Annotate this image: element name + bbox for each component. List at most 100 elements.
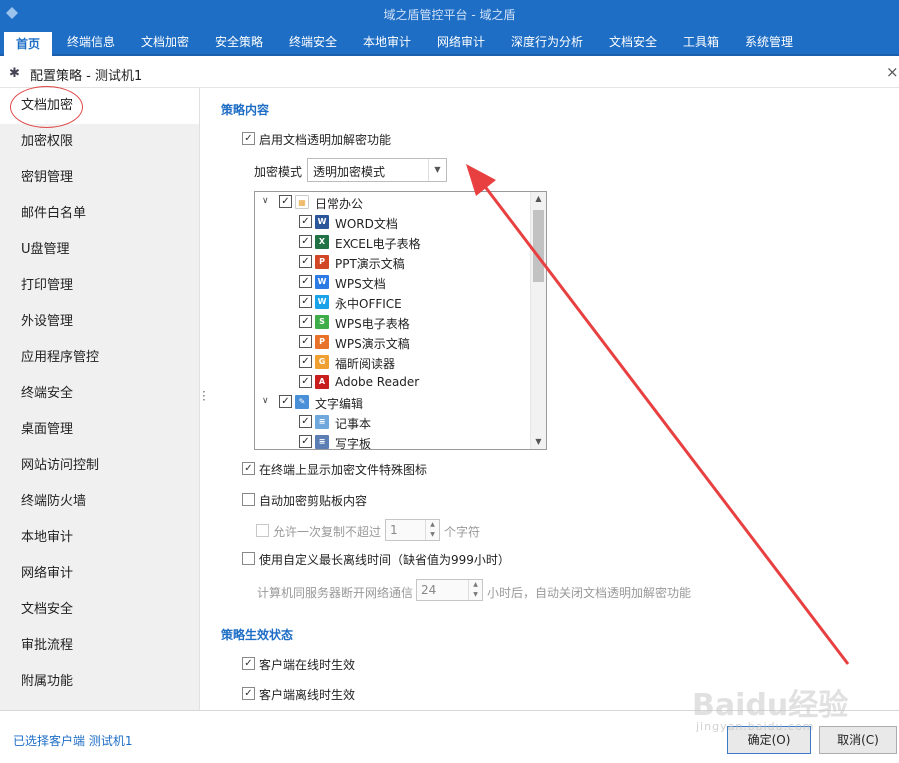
tree-row-wps-sheet[interactable]: ✓ S WPS电子表格 [255,312,531,332]
selected-client-status: 已选择客户端 测试机1 [13,734,133,748]
tree-checkbox[interactable]: ✓ [279,395,292,408]
tree-label: PPT演示文稿 [335,257,405,271]
panel-splitter-handle[interactable]: · · · [202,386,206,406]
text-edit-group-icon: ✎ [295,395,309,409]
tree-row-foxit[interactable]: ✓ G 福昕阅读器 [255,352,531,372]
scroll-up-icon[interactable]: ▲ [531,192,546,206]
sidebar-item-web-access-control[interactable]: 网站访问控制 [0,448,199,484]
tree-row-wordpad[interactable]: ✓ ≡ 写字板 [255,432,531,449]
copy-limit-value: 1 [390,523,398,537]
menu-doc-security[interactable]: 文档安全 [600,28,666,56]
clipboard-checkbox[interactable] [242,493,255,506]
menu-local-audit[interactable]: 本地审计 [354,28,420,56]
tree-row-yozo[interactable]: ✓ W 永中OFFICE [255,292,531,312]
tree-scrollbar[interactable]: ▲ ▼ [530,192,546,449]
tree-row-wps-writer[interactable]: ✓ W WPS文档 [255,272,531,292]
excel-icon: X [315,235,329,249]
tree-row-wps-ppt[interactable]: ✓ P WPS演示文稿 [255,332,531,352]
menu-home[interactable]: 首页 [4,32,52,56]
sidebar-item-extra-functions[interactable]: 附属功能 [0,664,199,700]
main-menu: 首页 终端信息 文档加密 安全策略 终端安全 本地审计 网络审计 深度行为分析 … [0,28,899,56]
copy-limit-label: 允许一次复制不超过 [273,525,382,539]
close-icon[interactable]: × [886,63,899,81]
section-title-effect-status: 策略生效状态 [221,628,294,642]
offline-hours-stepper[interactable]: 24 ▲ ▼ [416,579,483,601]
sidebar-item-usb-management[interactable]: U盘管理 [0,232,199,268]
sidebar-item-app-control[interactable]: 应用程序管控 [0,340,199,376]
tree-label: 日常办公 [315,197,364,211]
scroll-thumb[interactable] [533,210,544,282]
tree-label: WORD文档 [335,217,398,231]
menu-doc-encrypt[interactable]: 文档加密 [132,28,198,56]
collapse-icon[interactable]: ∨ [262,196,269,206]
watermark-text: Baidu经验 [692,688,849,723]
title-bar: 域之盾管控平台 - 域之盾 [0,0,899,28]
tree-row-notepad[interactable]: ✓ ≡ 记事本 [255,412,531,432]
tree-row-text-edit[interactable]: ∨ ✓ ✎ 文字编辑 [255,392,531,412]
enable-transparent-checkbox[interactable]: ✓ [242,132,255,145]
tree-label: 记事本 [335,417,372,431]
offline-checkbox[interactable] [242,552,255,565]
foxit-icon: G [315,355,329,369]
tree-checkbox[interactable]: ✓ [299,415,312,428]
encrypt-mode-value: 透明加密模式 [313,165,386,179]
encrypt-mode-label: 加密模式 [254,165,303,179]
sidebar-item-mail-whitelist[interactable]: 邮件白名单 [0,196,199,232]
notepad-icon: ≡ [315,415,329,429]
sidebar-item-encrypt-permission[interactable]: 加密权限 [0,124,199,160]
menu-toolbox[interactable]: 工具箱 [674,28,728,56]
tree-checkbox[interactable]: ✓ [279,195,292,208]
tree-checkbox[interactable]: ✓ [299,255,312,268]
sidebar-item-doc-security[interactable]: 文档安全 [0,592,199,628]
tree-label: WPS演示文稿 [335,337,410,351]
stepper-arrows-icon[interactable]: ▲ ▼ [468,580,482,600]
tree-checkbox[interactable]: ✓ [299,275,312,288]
sidebar-item-peripheral-management[interactable]: 外设管理 [0,304,199,340]
collapse-icon[interactable]: ∨ [262,396,269,406]
stepper-arrows-icon[interactable]: ▲ ▼ [425,520,439,540]
sidebar-item-approval-flow[interactable]: 审批流程 [0,628,199,664]
tree-checkbox[interactable]: ✓ [299,375,312,388]
tree-label: 福昕阅读器 [335,357,396,371]
menu-terminal-security[interactable]: 终端安全 [280,28,346,56]
tree-row-ppt[interactable]: ✓ P PPT演示文稿 [255,252,531,272]
copy-limit-stepper[interactable]: 1 ▲ ▼ [385,519,440,541]
encrypt-mode-select[interactable]: 透明加密模式 ▼ [307,158,447,182]
sidebar-item-local-audit[interactable]: 本地审计 [0,520,199,556]
offline-hours-value: 24 [421,583,437,597]
offline-detail-prefix: 计算机同服务器断开网络通信 [257,586,414,600]
clipboard-label: 自动加密剪贴板内容 [259,494,368,508]
online-effect-checkbox[interactable]: ✓ [242,657,255,670]
show-icon-label: 在终端上显示加密文件特殊图标 [259,463,428,477]
tree-checkbox[interactable]: ✓ [299,315,312,328]
menu-system-admin[interactable]: 系统管理 [736,28,802,56]
tree-row-word[interactable]: ✓ W WORD文档 [255,212,531,232]
sidebar-item-print-management[interactable]: 打印管理 [0,268,199,304]
tree-row-office[interactable]: ∨ ✓ ▦ 日常办公 [255,192,531,212]
tree-label: WPS电子表格 [335,317,410,331]
sidebar-item-desktop-management[interactable]: 桌面管理 [0,412,199,448]
tree-row-excel[interactable]: ✓ X EXCEL电子表格 [255,232,531,252]
menu-terminal-info[interactable]: 终端信息 [58,28,124,56]
tree-checkbox[interactable]: ✓ [299,215,312,228]
app-tree: ∨ ✓ ▦ 日常办公 ✓ W WORD文档 ✓ X EXCEL电子表格 ✓ P … [254,191,547,450]
menu-behavior-analysis[interactable]: 深度行为分析 [502,28,592,56]
tree-row-adobe[interactable]: ✓ A Adobe Reader [255,372,531,392]
copy-limit-checkbox[interactable] [256,524,269,537]
tree-checkbox[interactable]: ✓ [299,295,312,308]
offline-effect-checkbox[interactable]: ✓ [242,687,255,700]
menu-security-policy[interactable]: 安全策略 [206,28,272,56]
menu-network-audit[interactable]: 网络审计 [428,28,494,56]
wps-sheet-icon: S [315,315,329,329]
sidebar-item-terminal-security[interactable]: 终端安全 [0,376,199,412]
tree-checkbox[interactable]: ✓ [299,435,312,448]
tree-checkbox[interactable]: ✓ [299,235,312,248]
app-title: 域之盾管控平台 - 域之盾 [383,8,516,22]
sidebar-item-key-management[interactable]: 密钥管理 [0,160,199,196]
tree-checkbox[interactable]: ✓ [299,335,312,348]
sidebar-item-firewall[interactable]: 终端防火墙 [0,484,199,520]
tree-checkbox[interactable]: ✓ [299,355,312,368]
show-icon-checkbox[interactable]: ✓ [242,462,255,475]
scroll-down-icon[interactable]: ▼ [531,435,546,449]
sidebar-item-network-audit[interactable]: 网络审计 [0,556,199,592]
